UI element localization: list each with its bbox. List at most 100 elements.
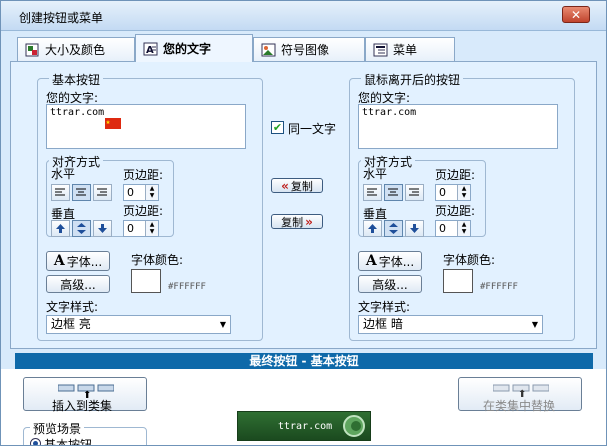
text-icon: A	[142, 41, 158, 57]
basic-button-legend: 基本按钮	[49, 71, 104, 88]
hover-v-margin-stepper[interactable]: 0 ▲ ▼	[435, 220, 471, 237]
basic-align-right-button[interactable]	[93, 184, 112, 201]
check-icon: ✔	[272, 121, 283, 134]
close-button[interactable]: ✕	[562, 6, 590, 23]
basic-valign-bottom-button[interactable]	[93, 220, 112, 237]
insert-to-collection-button[interactable]: ⬆ 插入到类集	[23, 377, 147, 413]
copy-to-basic-button[interactable]: « 复制	[271, 178, 323, 193]
tab-your-text[interactable]: A 您的文字	[135, 34, 253, 62]
align-right-icon	[97, 188, 107, 196]
hover-align-center-button[interactable]	[384, 184, 403, 201]
basic-text-style-select[interactable]: 边框 亮 ▼	[46, 315, 231, 334]
copy-to-hover-label: 复制	[281, 215, 304, 229]
dropdown-arrow-icon: ▼	[219, 320, 226, 329]
basic-button-group: 基本按钮 您的文字: ttrar.com 对齐方式 水平 页边距: 0 ▲ ▼ …	[37, 71, 263, 341]
same-text-checkbox[interactable]: ✔	[271, 121, 284, 134]
arrow-up-icon	[368, 224, 377, 233]
same-text-label: 同一文字	[288, 122, 337, 136]
menu-icon	[372, 42, 388, 58]
hover-font-button-label: 字体...	[378, 254, 415, 269]
replace-in-collection-button[interactable]: ⬆ 在类集中替换	[458, 377, 582, 413]
hover-text-value: ttrar.com	[362, 107, 417, 118]
align-center-icon	[76, 188, 86, 196]
close-icon: ✕	[570, 8, 582, 22]
tab-label: 您的文字	[163, 42, 212, 56]
size-color-icon	[24, 42, 40, 58]
basic-v-margin-stepper[interactable]: 0 ▲ ▼	[123, 220, 159, 237]
basic-h-margin-value: 0	[127, 186, 134, 199]
align-right-icon	[409, 188, 419, 196]
basic-font-button-label: 字体...	[66, 254, 103, 269]
basic-valign-top-button[interactable]	[51, 220, 70, 237]
tab-label: 符号图像	[281, 43, 330, 57]
preview-scene-legend: 预览场景	[30, 420, 85, 437]
symbol-image-icon	[260, 42, 276, 58]
double-chevron-right-icon: »	[305, 214, 313, 229]
hover-h-margin-stepper[interactable]: 0 ▲ ▼	[435, 184, 471, 201]
arrow-down-icon	[98, 224, 107, 233]
basic-h-margin-stepper[interactable]: 0 ▲ ▼	[123, 184, 159, 201]
hover-valign-bottom-button[interactable]	[405, 220, 424, 237]
spin-arrows-icon[interactable]: ▲ ▼	[145, 185, 158, 200]
hover-align-left-button[interactable]	[363, 184, 382, 201]
arrow-updown-icon	[389, 223, 398, 234]
basic-advanced-button[interactable]: 高级...	[46, 275, 110, 293]
hover-alignment-group: 对齐方式 水平 页边距: 0 ▲ ▼ 垂直 页边距: 0 ▲ ▼	[358, 153, 486, 237]
hover-font-color-label: 字体颜色:	[443, 253, 496, 267]
basic-valign-middle-button[interactable]	[72, 220, 91, 237]
hover-advanced-button-label: 高级...	[372, 277, 408, 292]
spin-arrows-icon[interactable]: ▲ ▼	[457, 221, 470, 236]
basic-font-color-label: 字体颜色:	[131, 253, 184, 267]
tab-symbol-image[interactable]: 符号图像	[253, 37, 365, 61]
basic-font-color-swatch[interactable]	[131, 269, 161, 293]
hover-valign-top-button[interactable]	[363, 220, 382, 237]
hover-text-style-value: 边框 暗	[363, 317, 403, 331]
hover-button-group: 鼠标离开后的按钮 您的文字: ttrar.com 对齐方式 水平 页边距: 0 …	[349, 71, 575, 341]
basic-v-margin-value: 0	[127, 222, 134, 235]
basic-advanced-button-label: 高级...	[60, 277, 96, 292]
align-center-icon	[388, 188, 398, 196]
basic-text-style-label: 文字样式:	[46, 300, 99, 314]
scene-option-label: 基本按钮	[44, 438, 93, 446]
arrow-up-icon	[56, 224, 65, 233]
copy-to-hover-button[interactable]: 复制 »	[271, 214, 323, 229]
font-a-icon: A	[53, 253, 65, 269]
tab-size-color[interactable]: 大小及颜色	[17, 37, 135, 61]
hover-h-margin-value: 0	[439, 186, 446, 199]
china-flag-icon	[105, 118, 121, 132]
hover-button-legend: 鼠标离开后的按钮	[361, 71, 464, 88]
scene-radio[interactable]	[30, 438, 41, 445]
spin-arrows-icon[interactable]: ▲ ▼	[145, 221, 158, 236]
hover-h-margin-label: 页边距:	[435, 168, 476, 182]
preview-scene-group: 预览场景 基本按钮	[23, 420, 147, 446]
title-bar: 创建按钮或菜单 ✕	[1, 1, 606, 31]
hover-text-input[interactable]: ttrar.com	[358, 104, 558, 149]
basic-text-input[interactable]: ttrar.com	[46, 104, 246, 149]
hover-text-style-label: 文字样式:	[358, 300, 411, 314]
final-button-preview: ttrar.com	[237, 411, 371, 441]
basic-align-center-button[interactable]	[72, 184, 91, 201]
spin-arrows-icon[interactable]: ▲ ▼	[457, 185, 470, 200]
hover-font-color-swatch[interactable]	[443, 269, 473, 293]
preview-swirl-icon	[342, 414, 366, 441]
align-left-icon	[55, 188, 65, 196]
window-title: 创建按钮或菜单	[19, 11, 104, 25]
hover-text-style-select[interactable]: 边框 暗 ▼	[358, 315, 543, 334]
hover-font-button[interactable]: A 字体...	[358, 251, 422, 271]
hover-font-color-hex: #FFFFFF	[480, 282, 518, 292]
hover-align-right-button[interactable]	[405, 184, 424, 201]
basic-font-button[interactable]: A 字体...	[46, 251, 110, 271]
tab-menu[interactable]: 菜单	[365, 37, 455, 61]
hover-valign-middle-button[interactable]	[384, 220, 403, 237]
copy-to-basic-label: 复制	[290, 179, 313, 193]
basic-text-style-value: 边框 亮	[51, 317, 91, 331]
arrow-updown-icon	[77, 223, 86, 234]
hover-advanced-button[interactable]: 高级...	[358, 275, 422, 293]
dialog-window: 创建按钮或菜单 ✕ 大小及颜色 A 您的文字 符号图像 菜单 基本按钮 您的文字…	[0, 0, 607, 446]
tab-label: 菜单	[393, 43, 418, 57]
replace-in-collection-label: 在类集中替换	[483, 399, 556, 413]
radio-dot-icon	[33, 441, 38, 445]
basic-align-left-button[interactable]	[51, 184, 70, 201]
basic-h-margin-label: 页边距:	[123, 168, 164, 182]
basic-alignment-group: 对齐方式 水平 页边距: 0 ▲ ▼ 垂直 页边距: 0 ▲ ▼	[46, 153, 174, 237]
